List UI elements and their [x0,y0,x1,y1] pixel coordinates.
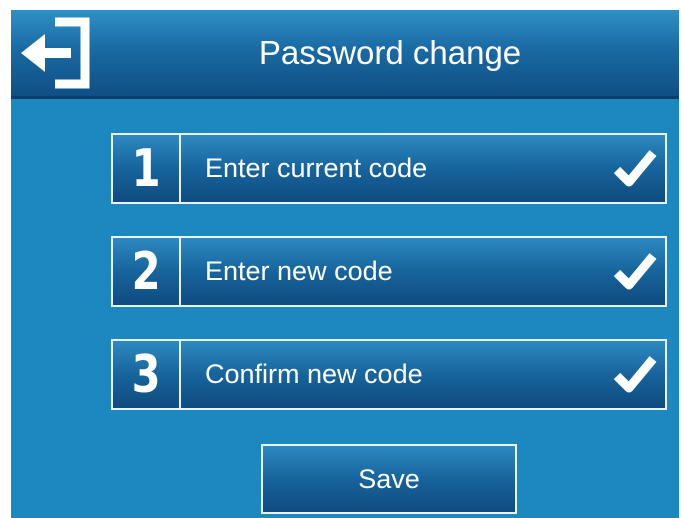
back-button[interactable] [15,14,93,92]
password-change-screen: Password change 1 Enter current code 2 E… [11,10,679,518]
step-label: Enter new code [205,256,393,286]
exit-arrow-icon [21,17,90,89]
header-bar: Password change [11,10,679,99]
checkmark-icon [613,251,657,291]
step-number: 2 [113,238,181,305]
step-confirm-new-code[interactable]: 3 Confirm new code [111,339,667,410]
page-title: Password change [258,34,522,71]
step-label: Confirm new code [205,359,423,389]
step-number: 3 [113,341,181,408]
step-enter-new-code[interactable]: 2 Enter new code [111,236,667,307]
step-enter-current-code[interactable]: 1 Enter current code [111,133,667,204]
step-number: 1 [113,135,181,202]
checkmark-icon [613,148,657,188]
save-button[interactable]: Save [261,444,517,514]
step-label: Enter current code [205,153,428,183]
checkmark-icon [613,354,657,394]
